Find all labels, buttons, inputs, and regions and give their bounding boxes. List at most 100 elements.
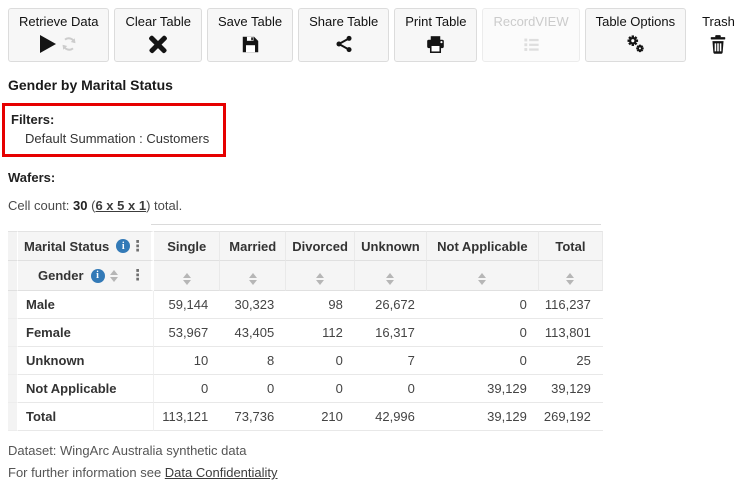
table-view-page: Retrieve Data Clear Table Save Table Sha… (0, 0, 741, 480)
row-dimension-label: Gender (38, 268, 84, 283)
table-row: Female 53,967 43,405 112 16,317 0 113,801 (8, 319, 603, 347)
info-icon[interactable]: i (90, 268, 105, 283)
cell-value: 0 (154, 375, 221, 403)
clear-table-label: Clear Table (125, 14, 192, 29)
column-header[interactable]: Single (154, 231, 221, 261)
kebab-menu-icon[interactable]: ⋮ (130, 239, 145, 254)
footer: Dataset: WingArc Australia synthetic dat… (8, 440, 741, 484)
cell-value: 16,317 (354, 319, 427, 347)
cell-value: 113,801 (538, 319, 603, 347)
cell-value: 7 (354, 347, 427, 375)
column-sort-cell (538, 261, 603, 291)
printer-icon (427, 35, 445, 53)
info-icon[interactable]: i (116, 239, 131, 253)
dataset-note: Dataset: WingArc Australia synthetic dat… (8, 443, 247, 458)
column-dimension-header: Marital Status i ⋮ (18, 231, 155, 261)
column-sort-cell (286, 261, 355, 291)
column-header[interactable]: Unknown (354, 231, 427, 261)
share-icon (336, 35, 352, 53)
header-gutter (8, 261, 18, 291)
row-gutter (8, 403, 18, 431)
filters-highlight-box: Filters: Default Summation : Customers (2, 103, 227, 157)
sort-icon[interactable] (110, 269, 119, 282)
column-header[interactable]: Divorced (286, 231, 355, 261)
row-label: Female (18, 319, 155, 347)
table-row: Male 59,144 30,323 98 26,672 0 116,237 (8, 291, 603, 319)
trash-button[interactable]: Trash (691, 8, 741, 62)
share-table-button[interactable]: Share Table (298, 8, 390, 62)
play-icon (40, 35, 57, 53)
header-gutter (8, 231, 18, 261)
gears-icon (627, 35, 645, 53)
cell-value: 42,996 (354, 403, 427, 431)
trash-icon (711, 35, 726, 54)
row-label: Unknown (18, 347, 155, 375)
cell-value: 116,237 (538, 291, 603, 319)
cell-value: 0 (426, 291, 539, 319)
column-dimension-label: Marital Status (24, 238, 110, 254)
cell-value: 269,192 (538, 403, 603, 431)
cell-value: 30,323 (220, 291, 287, 319)
crosstab-table: Marital Status i ⋮ Single Married Divorced… (8, 231, 603, 431)
kebab-menu-icon[interactable]: ⋮ (130, 268, 145, 283)
column-sort-cell (426, 261, 539, 291)
cell-count-prefix: Cell count: (8, 198, 74, 213)
column-drop-zone-line (151, 224, 601, 225)
sort-icon[interactable] (478, 273, 487, 285)
table-row: Unknown 10 8 0 7 0 25 (8, 347, 603, 375)
cell-count-link[interactable]: 6 x 5 x 1 (95, 198, 146, 213)
cell-value: 0 (354, 375, 427, 403)
cell-count-suffix: total. (154, 198, 183, 213)
sort-icon[interactable] (248, 273, 257, 285)
column-header[interactable]: Not Applicable (426, 231, 539, 261)
refresh-icon (62, 37, 76, 51)
column-dimension-row: Marital Status i ⋮ Single Married Divorced… (8, 231, 603, 261)
save-floppy-icon (242, 36, 258, 52)
share-table-label: Share Table (309, 14, 379, 29)
toolbar: Retrieve Data Clear Table Save Table Sha… (8, 8, 741, 62)
row-dimension-row: Gender i ⋮ (8, 261, 603, 291)
column-sort-cell (354, 261, 427, 291)
sort-icon[interactable] (182, 273, 191, 285)
page-title: Gender by Marital Status (8, 77, 173, 93)
record-list-icon (523, 38, 539, 51)
row-label: Not Applicable (18, 375, 155, 403)
sort-icon[interactable] (316, 273, 325, 285)
row-gutter (8, 291, 18, 319)
recordview-label: RecordVIEW (493, 14, 569, 29)
filters-value: Default Summation : Customers (25, 131, 210, 146)
table-row: Total 113,121 73,736 210 42,996 39,129 269,192 (8, 403, 603, 431)
column-header[interactable]: Married (220, 231, 287, 261)
cell-value: 43,405 (220, 319, 287, 347)
column-header[interactable]: Total (538, 231, 603, 261)
row-dimension-header: Gender i ⋮ (18, 261, 155, 291)
cell-value: 59,144 (154, 291, 221, 319)
cell-value: 0 (220, 375, 287, 403)
cell-value: 25 (538, 347, 603, 375)
table-options-button[interactable]: Table Options (584, 8, 687, 62)
sort-icon[interactable] (566, 273, 575, 285)
print-table-button[interactable]: Print Table (394, 8, 478, 62)
clear-table-button[interactable]: Clear Table (114, 8, 203, 62)
row-gutter (8, 347, 18, 375)
retrieve-data-button[interactable]: Retrieve Data (8, 8, 110, 62)
row-label: Total (18, 403, 155, 431)
row-gutter (8, 319, 18, 347)
sort-icon[interactable] (386, 273, 395, 285)
filters-label: Filters: (11, 112, 55, 127)
save-table-button[interactable]: Save Table (207, 8, 294, 62)
cell-value: 39,129 (426, 375, 539, 403)
cell-value: 26,672 (354, 291, 427, 319)
cell-value: 0 (426, 319, 539, 347)
cell-value: 39,129 (538, 375, 603, 403)
cell-value: 0 (426, 347, 539, 375)
cell-value: 112 (286, 319, 355, 347)
column-sort-cell (220, 261, 287, 291)
cell-count-value: 30 (73, 198, 88, 213)
cell-value: 53,967 (154, 319, 221, 347)
cell-value: 8 (220, 347, 287, 375)
cell-value: 0 (286, 347, 355, 375)
row-label: Male (18, 291, 155, 319)
cell-value: 113,121 (154, 403, 221, 431)
trash-label: Trash (702, 14, 735, 29)
